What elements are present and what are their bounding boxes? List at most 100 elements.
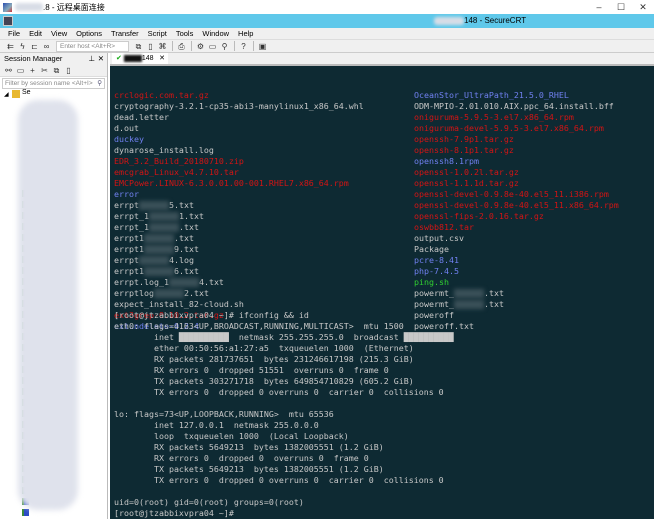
file-entry: dead.letter <box>114 112 169 122</box>
command-output: [root@jtzabbixvpra04 ~]# ifconfig && id e… <box>114 310 454 519</box>
host-input[interactable]: Enter host <Alt+R> <box>56 40 129 52</box>
file-entry: EDR_3.2_Build_20180710.zip <box>114 156 244 166</box>
file-entry: error <box>114 189 139 199</box>
output-line: eth0: flags=4163<UP,BROADCAST,RUNNING,MU… <box>114 321 404 331</box>
connect-tab-icon[interactable]: ⊏ <box>29 41 40 52</box>
window-title: .8 - 远程桌面连接 <box>43 2 105 12</box>
redacted-text <box>138 256 169 265</box>
file-entry: openssh-7.9p1.tar.gz <box>414 134 514 144</box>
menu-view[interactable]: View <box>51 29 67 38</box>
copy-icon[interactable]: ⧉ <box>51 65 62 76</box>
file-entry: oswbb812.tar <box>414 222 474 232</box>
reconnect-icon[interactable]: ∞ <box>41 41 52 52</box>
terminal[interactable]: crclogic.com.tar.gz cryptography-3.2.1-cp… <box>110 64 654 519</box>
session-tab[interactable]: ✔ 148 ✕ <box>112 53 168 64</box>
cut-icon[interactable]: ✂ <box>39 65 50 76</box>
connect-icon[interactable]: ⇇ <box>5 41 16 52</box>
session-tree[interactable]: ◢ Se <box>0 89 107 516</box>
securecrt-icon <box>3 16 13 26</box>
output-line: TX errors 0 dropped 0 overruns 0 carrier… <box>114 387 444 397</box>
redacted-text <box>168 278 199 287</box>
file-entry: ODM-MPIO-2.01.010.AIX.ppc_64.install.bff <box>414 101 614 111</box>
menu-script[interactable]: Script <box>148 29 167 38</box>
file-entry: openssl-fips-2.0.16.tar.gz <box>414 211 544 221</box>
close-panel-icon[interactable]: ✕ <box>98 53 104 64</box>
file-entry: EMCPower.LINUX-6.3.0.01.00-001.RHEL7.x86… <box>114 178 349 188</box>
sftp-icon[interactable]: ▭ <box>207 41 218 52</box>
paste-icon[interactable]: ▯ <box>63 65 74 76</box>
file-entry: powermt_ .txt <box>414 299 504 309</box>
file-entry: errpt1 .txt <box>114 233 194 243</box>
remote-desktop-titlebar: .8 - 远程桌面连接 – ☐ ✕ <box>0 0 654 14</box>
output-line: uid=0(root) gid=0(root) groups=0(root) <box>114 497 304 507</box>
menu-bar: File Edit View Options Transfer Script Tools Wi… <box>0 28 654 40</box>
app-title: 148 - SecureCRT <box>464 16 527 25</box>
add-icon[interactable]: + <box>27 65 38 76</box>
file-entry: errptlog 2.txt <box>114 288 209 298</box>
window-icon[interactable]: ▭ <box>15 65 26 76</box>
output-line: TX packets 5649213 bytes 1382005551 (1.2… <box>114 464 384 474</box>
file-entry: ping.sh <box>414 277 449 287</box>
settings-icon[interactable]: ⚙ <box>195 41 206 52</box>
tab-close-icon[interactable]: ✕ <box>159 53 165 64</box>
file-entry: emcgrab_Linux_v4.7.10.tar <box>114 167 239 177</box>
session-filter-input[interactable]: Filter by session name <Alt+I> ⚲ <box>2 78 105 89</box>
session-manager: Session Manager ⊥ ✕ ⚯ ▭ + ✂ ⧉ ▯ Filter b… <box>0 53 108 519</box>
file-entry: dynarose_install.log <box>114 145 214 155</box>
menu-edit[interactable]: Edit <box>29 29 42 38</box>
redacted-text <box>138 201 169 210</box>
menu-file[interactable]: File <box>8 29 20 38</box>
redacted-host <box>15 3 43 11</box>
pin-icon[interactable]: ⊥ <box>88 53 95 64</box>
help-icon[interactable]: ? <box>238 41 249 52</box>
file-entry: errpt1 9.txt <box>114 244 199 254</box>
session-icon[interactable] <box>22 509 29 516</box>
menu-window[interactable]: Window <box>202 29 229 38</box>
file-entry: expect_install_82-cloud.sh <box>114 299 244 309</box>
file-entry: openssh-8.1p1.tar.gz <box>414 145 514 155</box>
close-button[interactable]: ✕ <box>632 0 654 14</box>
file-entry: powermt_ .txt <box>414 288 504 298</box>
find-icon[interactable]: ⌘ <box>157 41 168 52</box>
sessions-folder-label: Se <box>22 89 31 96</box>
session-manager-title: Session Manager <box>4 54 63 63</box>
file-entry: openssl-1.0.2l.tar.gz <box>414 167 519 177</box>
connected-check-icon: ✔ <box>116 55 122 62</box>
output-line: RX errors 0 dropped 51551 overruns 0 fra… <box>114 365 389 375</box>
output-line: loop txqueuelen 1000 (Local Loopback) <box>114 431 349 441</box>
file-entry: d.out <box>114 123 139 133</box>
file-entry: errpt 4.log <box>114 255 194 265</box>
output-line: ether 00:50:56:a1:27:a5 txqueuelen 1000 … <box>114 343 414 353</box>
file-entry: openssh8.1rpm <box>414 156 479 166</box>
redacted-text <box>453 300 484 309</box>
file-entry: errpt1 6.txt <box>114 266 199 276</box>
menu-transfer[interactable]: Transfer <box>111 29 139 38</box>
link-icon[interactable]: ⚯ <box>3 65 14 76</box>
file-entry: crclogic.com.tar.gz <box>114 90 209 100</box>
redacted-text <box>453 289 484 298</box>
paste-icon[interactable]: ▯ <box>145 41 156 52</box>
print-icon[interactable]: ⎙ <box>176 41 187 52</box>
redacted-sessions <box>18 100 78 510</box>
maximize-button[interactable]: ☐ <box>610 0 632 14</box>
menu-options[interactable]: Options <box>76 29 102 38</box>
output-line: TX packets 303271718 bytes 649854710829 … <box>114 376 414 386</box>
output-line: inet ██████████ netmask 255.255.255.0 br… <box>114 332 454 342</box>
file-entry: openssl-1.1.1d.tar.gz <box>414 178 519 188</box>
output-line: [root@jtzabbixvpra04 ~]# ifconfig && id <box>114 310 309 320</box>
quick-connect-icon[interactable]: ϟ <box>17 41 28 52</box>
expand-icon[interactable]: ◢ <box>4 91 9 98</box>
file-list-right: OceanStor_UltraPath_21.5.0_RHEL ODM-MPIO-… <box>414 90 619 332</box>
menu-help[interactable]: Help <box>238 29 253 38</box>
redacted-text <box>153 289 184 298</box>
copy-icon[interactable]: ⧉ <box>133 41 144 52</box>
file-entry: duckey <box>114 134 144 144</box>
image-icon[interactable]: ▣ <box>257 41 268 52</box>
file-entry: errpt_1 .txt <box>114 222 199 232</box>
keymap-icon[interactable]: ⚲ <box>219 41 230 52</box>
menu-tools[interactable]: Tools <box>176 29 194 38</box>
remote-desktop-icon <box>3 2 12 12</box>
file-entry: OceanStor_UltraPath_21.5.0_RHEL <box>414 90 569 100</box>
minimize-button[interactable]: – <box>588 0 610 14</box>
